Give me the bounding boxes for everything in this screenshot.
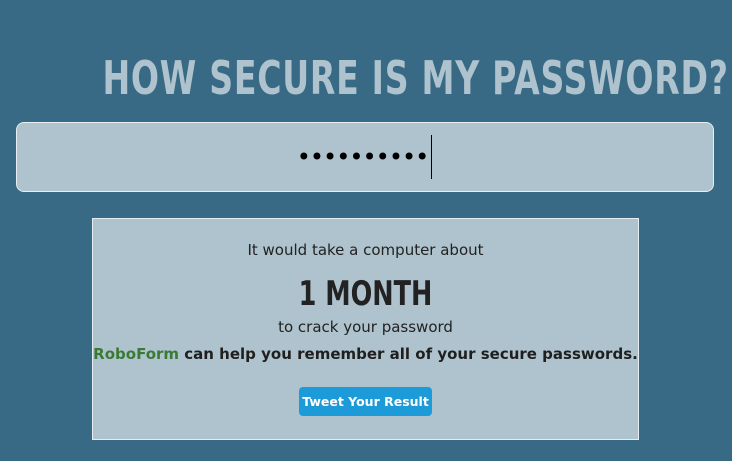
tweet-result-button[interactable]: Tweet Your Result [299,387,432,416]
crack-duration: 1 MONTH [298,274,433,314]
result-trail-text: to crack your password [278,318,453,336]
roboform-link[interactable]: RoboForm [93,345,179,363]
promo-message: can help you remember all of your secure… [179,345,638,363]
text-caret [431,135,433,179]
password-masked-value: •••••••••• [296,143,430,171]
promo-text: RoboForm can help you remember all of yo… [93,345,638,363]
result-lead-text: It would take a computer about [247,241,484,259]
password-field[interactable]: •••••••••• [17,123,713,191]
result-panel: It would take a computer about 1 MONTH t… [92,218,639,440]
page-title: HOW SECURE IS MY PASSWORD? [102,50,729,105]
password-field-container[interactable]: •••••••••• [16,122,714,192]
